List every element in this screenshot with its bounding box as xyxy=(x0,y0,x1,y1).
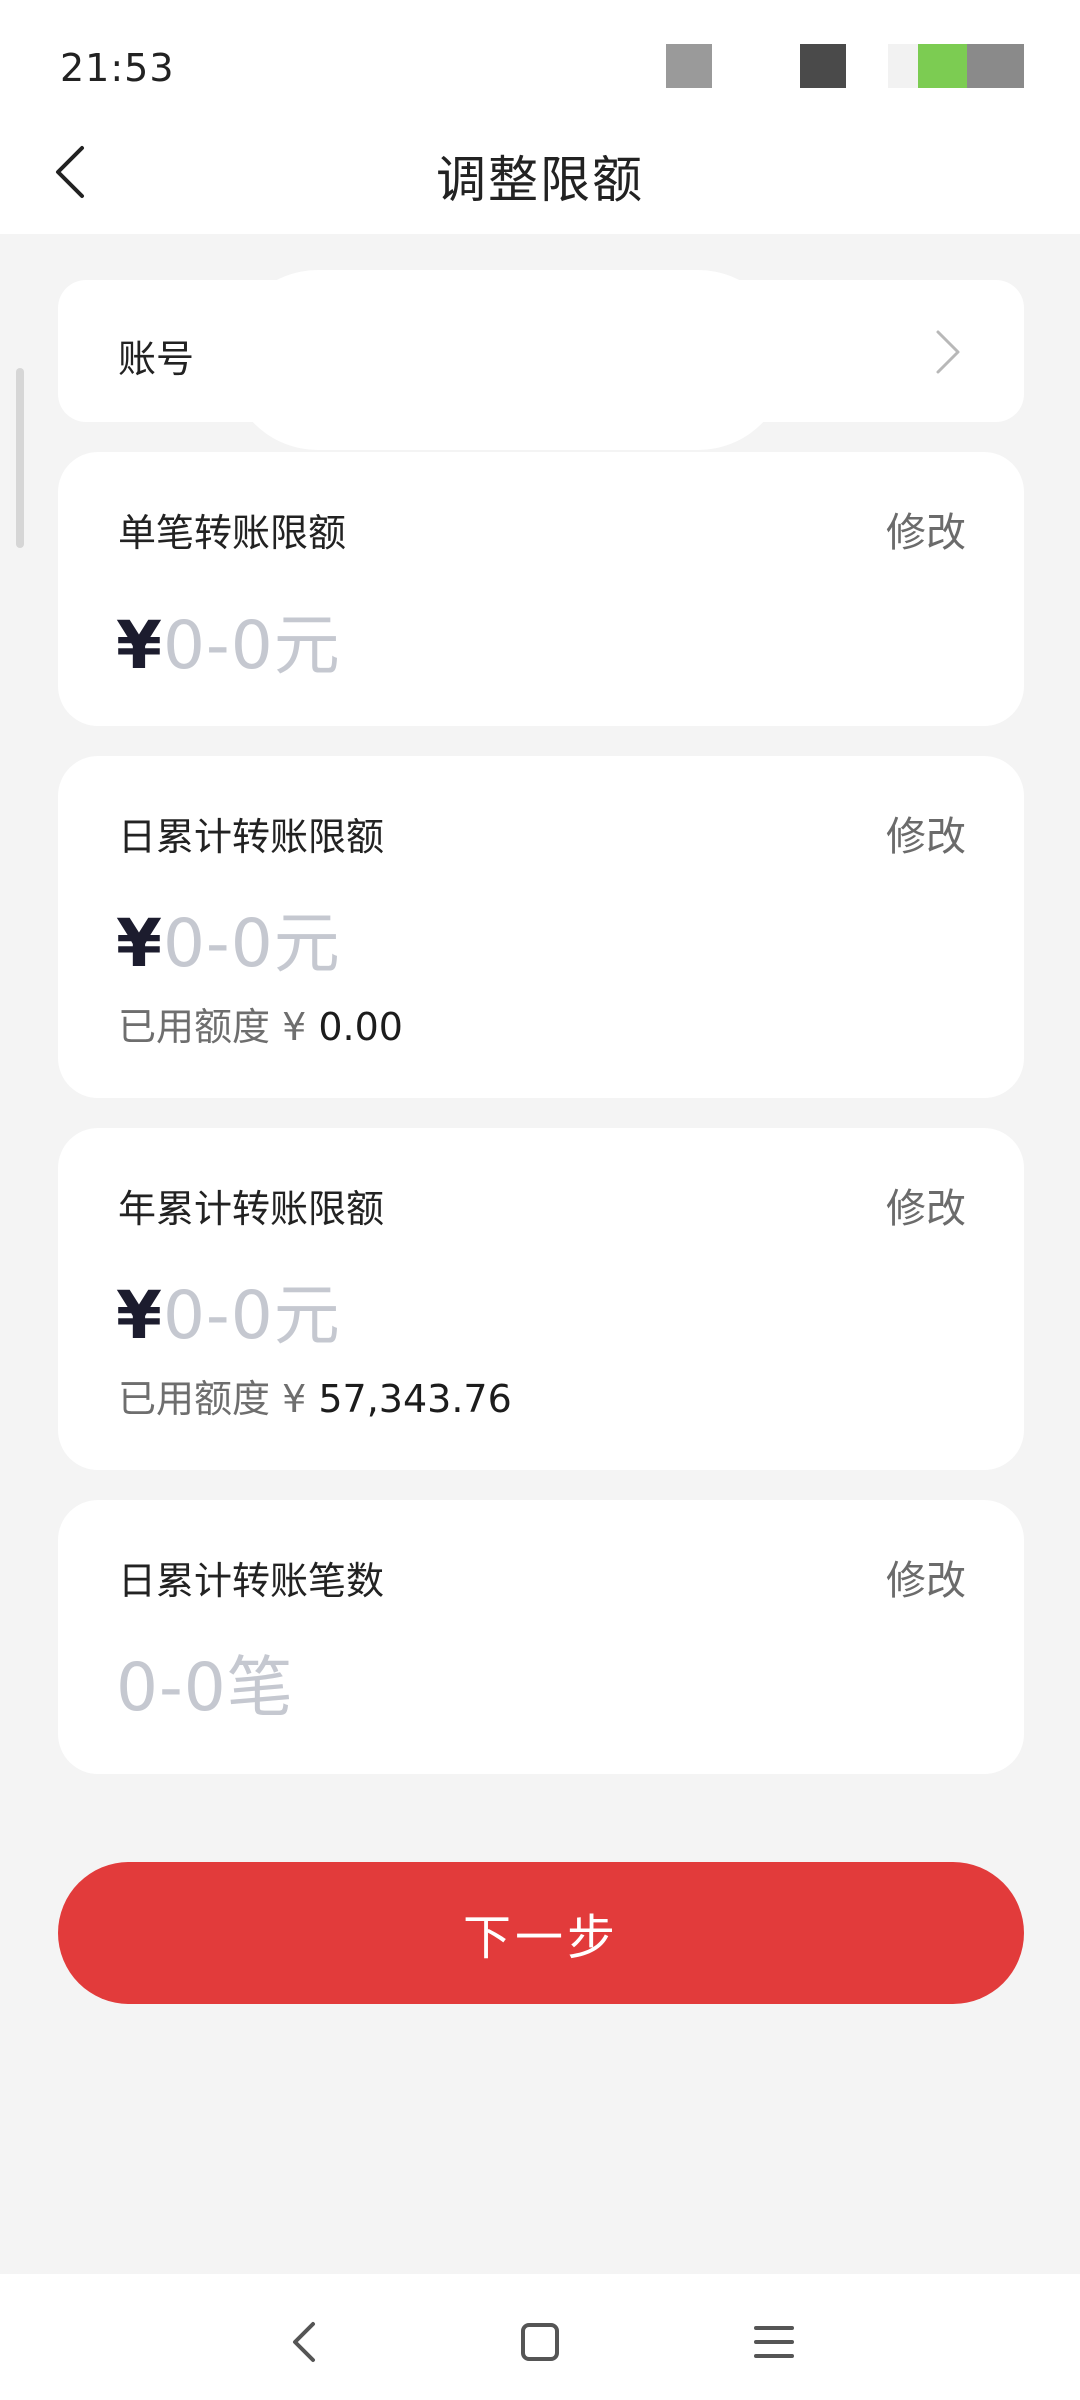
edit-button[interactable]: 修改 xyxy=(886,804,966,862)
used-amount-line: 已用额度 ¥ 57,343.76 xyxy=(118,1368,512,1423)
limit-title: 日累计转账限额 xyxy=(118,815,385,859)
limit-range: 0-0元 xyxy=(162,905,341,982)
limit-value: ¥0-0元 xyxy=(116,890,341,986)
daily-transfer-count-card: 日累计转账笔数 修改 0-0笔 xyxy=(58,1500,1024,1774)
wifi-icon xyxy=(800,44,846,88)
limit-range: 0-0元 xyxy=(162,1277,341,1354)
system-home-icon[interactable] xyxy=(510,2312,570,2372)
used-label: 已用额度 ¥ xyxy=(118,1377,307,1421)
edit-button[interactable]: 修改 xyxy=(886,1548,966,1606)
limit-title: 日累计转账笔数 xyxy=(118,1559,385,1603)
limit-title: 年累计转账限额 xyxy=(118,1187,385,1231)
nav-bar: 调整限额 xyxy=(0,110,1080,234)
account-label: 账号 xyxy=(118,337,195,381)
battery-icon xyxy=(888,44,1024,88)
edit-button[interactable]: 修改 xyxy=(886,1176,966,1234)
used-amount: 0.00 xyxy=(318,1005,403,1049)
currency-symbol: ¥ xyxy=(116,905,163,982)
used-label: 已用额度 ¥ xyxy=(118,1005,307,1049)
limit-range: 0-0笔 xyxy=(116,1649,294,1726)
single-transfer-limit-card: 单笔转账限额 修改 ¥0-0元 xyxy=(58,452,1024,726)
page-title: 调整限额 xyxy=(436,151,644,209)
system-back-icon[interactable] xyxy=(275,2312,335,2372)
currency-symbol: ¥ xyxy=(116,607,163,684)
limit-range: 0-0元 xyxy=(162,607,341,684)
account-selector[interactable]: 账号 xyxy=(58,270,1024,450)
used-amount-line: 已用额度 ¥ 0.00 xyxy=(118,996,403,1051)
scroll-indicator xyxy=(16,368,24,548)
daily-transfer-limit-card: 日累计转账限额 修改 ¥0-0元 已用额度 ¥ 0.00 xyxy=(58,756,1024,1098)
currency-symbol: ¥ xyxy=(116,1277,163,1354)
system-nav-bar xyxy=(0,2274,1080,2400)
signal-icon xyxy=(666,44,712,88)
chevron-right-icon xyxy=(936,330,960,374)
next-step-button[interactable]: 下一步 xyxy=(58,1862,1024,2004)
system-menu-icon[interactable] xyxy=(744,2312,804,2372)
limit-value: ¥0-0元 xyxy=(116,1262,341,1358)
yearly-transfer-limit-card: 年累计转账限额 修改 ¥0-0元 已用额度 ¥ 57,343.76 xyxy=(58,1128,1024,1470)
limit-title: 单笔转账限额 xyxy=(118,511,347,555)
limit-value: 0-0笔 xyxy=(116,1634,294,1730)
status-time: 21:53 xyxy=(60,46,175,90)
used-amount: 57,343.76 xyxy=(318,1377,512,1421)
limit-value: ¥0-0元 xyxy=(116,592,341,688)
edit-button[interactable]: 修改 xyxy=(886,500,966,558)
redacted-account xyxy=(228,270,788,450)
